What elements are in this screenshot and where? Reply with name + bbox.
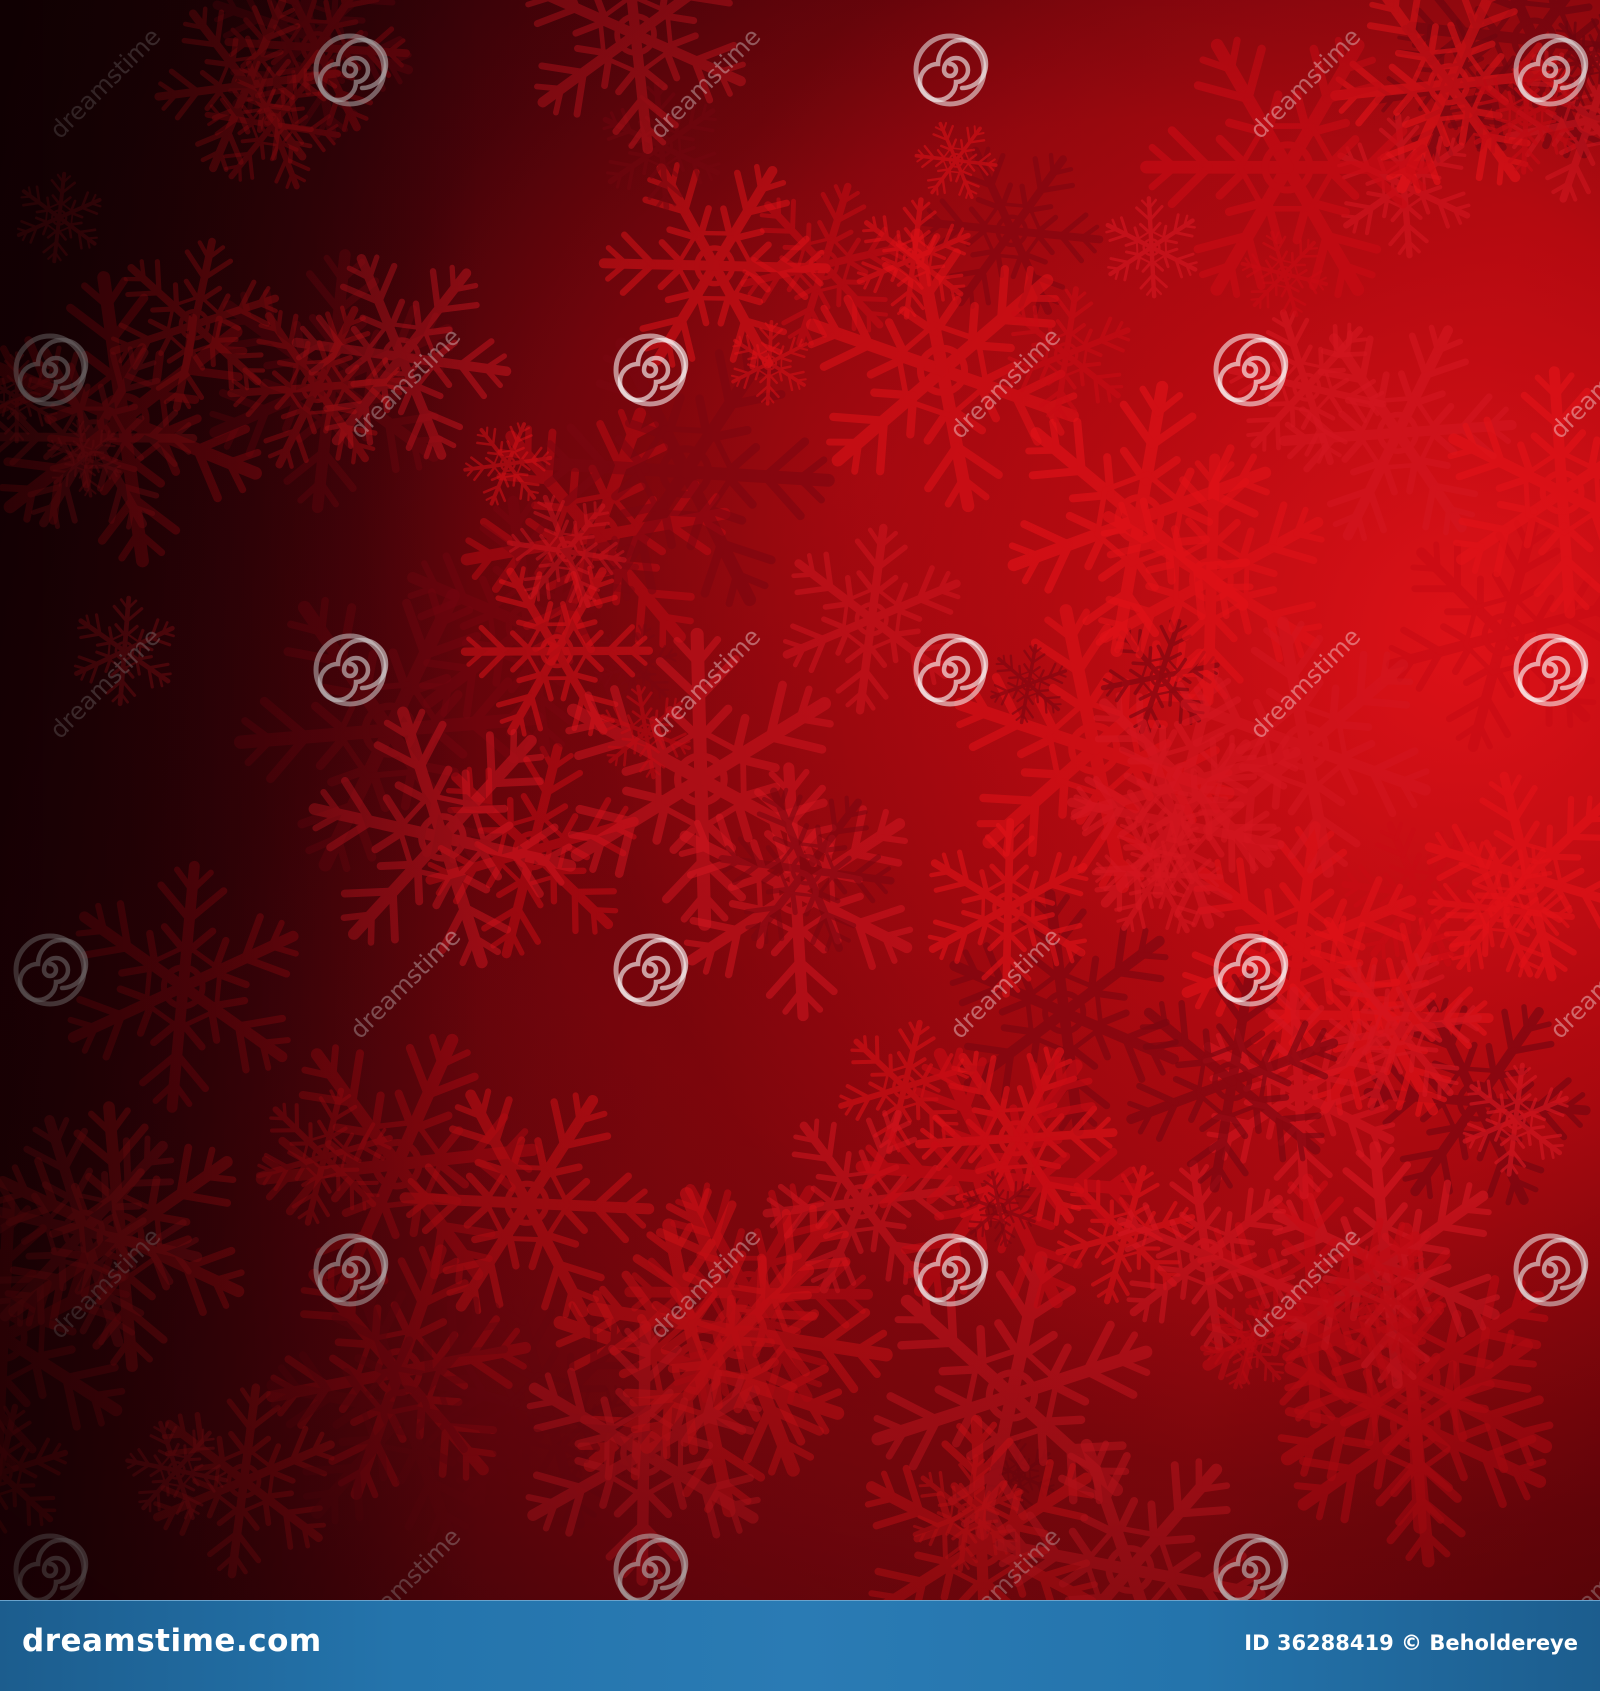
image-id: ID 36288419 <box>1244 1631 1394 1655</box>
dreamstime-spiral-icon <box>916 636 986 704</box>
site-name[interactable]: dreamstime.com <box>22 1623 322 1659</box>
watermark-text: dreamstime <box>1544 1523 1600 1600</box>
stock-footer-bar: dreamstime.com ID 36288419 © Beholdereye <box>0 1600 1600 1691</box>
snowflake <box>563 114 867 419</box>
copyright-symbol: © <box>1401 1631 1423 1655</box>
dreamstime-spiral-icon <box>616 936 686 1004</box>
dreamstime-spiral-icon <box>916 36 986 104</box>
dreamstime-spiral-icon <box>1516 1236 1586 1304</box>
snowflake-layer: dreamstime dreamstime dreamstime dreamstime… <box>0 0 1600 1600</box>
watermark-text: dreamstime <box>44 623 166 745</box>
snowflake <box>52 855 314 1118</box>
watermark-text: dreamstime <box>44 23 166 145</box>
snowflake <box>11 169 108 266</box>
image-credit: ID 36288419 © Beholdereye <box>1244 1631 1578 1655</box>
stock-image-stage: dreamstime dreamstime dreamstime dreamstime… <box>0 0 1600 1691</box>
dreamstime-spiral-icon <box>1516 636 1586 704</box>
snowflake <box>769 516 974 722</box>
snowflake <box>0 1392 81 1554</box>
dreamstime-spiral-icon <box>16 936 86 1004</box>
author-name[interactable]: Beholdereye <box>1429 1631 1578 1655</box>
watermark-text: dreamstime <box>344 923 466 1045</box>
snowflake-background: dreamstime dreamstime dreamstime dreamstime… <box>0 0 1600 1600</box>
watermark-text: dreamstime <box>344 1523 466 1600</box>
snowflake <box>0 219 323 619</box>
dreamstime-spiral-icon <box>16 1536 86 1600</box>
